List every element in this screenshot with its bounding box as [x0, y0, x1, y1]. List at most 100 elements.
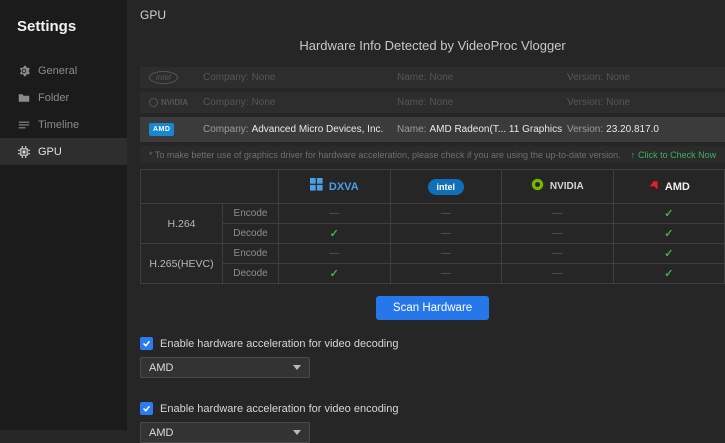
hw-cell: —: [390, 224, 502, 244]
encode-vendor-dropdown[interactable]: AMD: [140, 422, 310, 443]
page-title: GPU: [140, 8, 725, 22]
hw-cell: —: [502, 224, 614, 244]
decode-option-label: Enable hardware acceleration for video d…: [160, 338, 399, 350]
hw-cell: ✓: [613, 264, 725, 284]
decode-vendor-dropdown[interactable]: AMD: [140, 357, 310, 378]
sidebar-item-general[interactable]: General: [0, 57, 127, 84]
mode-label: Decode: [223, 264, 279, 284]
amd-label: AMD: [665, 181, 690, 193]
intel-logo-text: intel: [149, 71, 178, 84]
hardware-info-title: Hardware Info Detected by VideoProc Vlog…: [140, 38, 725, 53]
sidebar-item-label: GPU: [38, 146, 62, 158]
device-row-nvidia: NVIDIA Company:None Name:None Version:No…: [140, 92, 725, 113]
chevron-down-icon: [293, 365, 301, 370]
device-row-intel: intel Company:None Name:None Version:Non…: [140, 67, 725, 88]
decode-vendor-value: AMD: [149, 362, 173, 374]
mode-label: Decode: [223, 224, 279, 244]
company-value: Advanced Micro Devices, Inc.: [252, 124, 384, 135]
version-value: None: [606, 72, 630, 83]
sidebar-item-label: General: [38, 65, 77, 77]
intel-logo: intel: [149, 71, 203, 84]
gear-icon: [18, 65, 30, 77]
table-row: Decode ✓ — — ✓: [141, 264, 725, 284]
windows-icon: [310, 178, 323, 196]
column-header-intel: intel: [390, 170, 502, 204]
version-value: None: [606, 97, 630, 108]
nvidia-eye-icon: [149, 98, 158, 107]
name-value: None: [429, 72, 453, 83]
hw-cell: —: [502, 264, 614, 284]
sidebar-item-folder[interactable]: Folder: [0, 84, 127, 111]
sidebar: Settings General Folder Timeline GPU: [0, 0, 127, 430]
nvidia-icon: [531, 178, 544, 196]
nvidia-label: NVIDIA: [550, 181, 584, 192]
nvidia-logo: NVIDIA: [149, 98, 203, 107]
dxva-label: DXVA: [329, 181, 359, 193]
sidebar-item-timeline[interactable]: Timeline: [0, 111, 127, 138]
hw-cell: —: [279, 244, 391, 264]
hw-cell: —: [502, 244, 614, 264]
gpu-chip-icon: [18, 146, 30, 158]
company-label: Company:: [203, 97, 249, 108]
table-row: H.264 Encode — — — ✓: [141, 204, 725, 224]
decode-option-row: Enable hardware acceleration for video d…: [140, 337, 725, 350]
check-update-link-text: Click to Check Now: [638, 150, 716, 160]
table-corner-cell: [141, 170, 279, 204]
codec-name: H.264: [141, 204, 223, 244]
name-label: Name:: [397, 124, 426, 135]
column-header-dxva: DXVA: [279, 170, 391, 204]
hw-cell: —: [502, 204, 614, 224]
hw-cell: ✓: [279, 264, 391, 284]
mode-label: Encode: [223, 204, 279, 224]
settings-title: Settings: [0, 12, 127, 57]
company-label: Company:: [203, 72, 249, 83]
name-label: Name:: [397, 97, 426, 108]
version-label: Version:: [567, 72, 603, 83]
name-value: None: [429, 97, 453, 108]
note-text: * To make better use of graphics driver …: [149, 150, 621, 160]
gpu-settings-panel: GPU Hardware Info Detected by VideoProc …: [127, 0, 725, 430]
mode-label: Encode: [223, 244, 279, 264]
hw-cell: —: [390, 244, 502, 264]
folder-icon: [18, 92, 30, 104]
table-row: Decode ✓ — — ✓: [141, 224, 725, 244]
amd-logo-text: AMD: [149, 123, 174, 136]
name-label: Name:: [397, 72, 426, 83]
chevron-down-icon: [293, 430, 301, 435]
driver-update-note: * To make better use of graphics driver …: [140, 146, 725, 163]
sidebar-item-label: Timeline: [38, 119, 79, 131]
device-row-amd: AMD Company:Advanced Micro Devices, Inc.…: [140, 117, 725, 142]
encode-option-label: Enable hardware acceleration for video e…: [160, 403, 399, 415]
up-arrow-icon: ↑: [631, 150, 636, 160]
company-value: None: [252, 72, 276, 83]
hw-cell: ✓: [613, 224, 725, 244]
hw-cell: ✓: [613, 244, 725, 264]
column-header-nvidia: NVIDIA: [502, 170, 614, 204]
codec-name: H.265(HEVC): [141, 244, 223, 284]
amd-arrow-icon: [648, 178, 659, 196]
nvidia-logo-text: NVIDIA: [161, 98, 188, 107]
column-header-amd: AMD: [613, 170, 725, 204]
hw-cell: ✓: [279, 224, 391, 244]
intel-icon: intel: [428, 179, 465, 195]
name-value: AMD Radeon(T... 11 Graphics: [429, 124, 562, 135]
hw-cell: ✓: [613, 204, 725, 224]
table-header-row: DXVA intel NVIDIA: [141, 170, 725, 204]
company-value: None: [252, 97, 276, 108]
encode-option-row: Enable hardware acceleration for video e…: [140, 402, 725, 415]
version-label: Version:: [567, 97, 603, 108]
hardware-capability-table: DXVA intel NVIDIA: [140, 169, 725, 284]
hw-cell: —: [279, 204, 391, 224]
decode-checkbox[interactable]: [140, 337, 153, 350]
sidebar-item-gpu[interactable]: GPU: [0, 138, 127, 165]
version-label: Version:: [567, 124, 603, 135]
hw-cell: —: [390, 204, 502, 224]
settings-window: Settings General Folder Timeline GPU: [0, 0, 725, 430]
check-update-link[interactable]: ↑ Click to Check Now: [631, 150, 717, 160]
encode-checkbox[interactable]: [140, 402, 153, 415]
hw-cell: —: [390, 264, 502, 284]
timeline-icon: [18, 119, 30, 131]
scan-hardware-button[interactable]: Scan Hardware: [376, 296, 489, 320]
company-label: Company:: [203, 124, 249, 135]
table-row: H.265(HEVC) Encode — — — ✓: [141, 244, 725, 264]
